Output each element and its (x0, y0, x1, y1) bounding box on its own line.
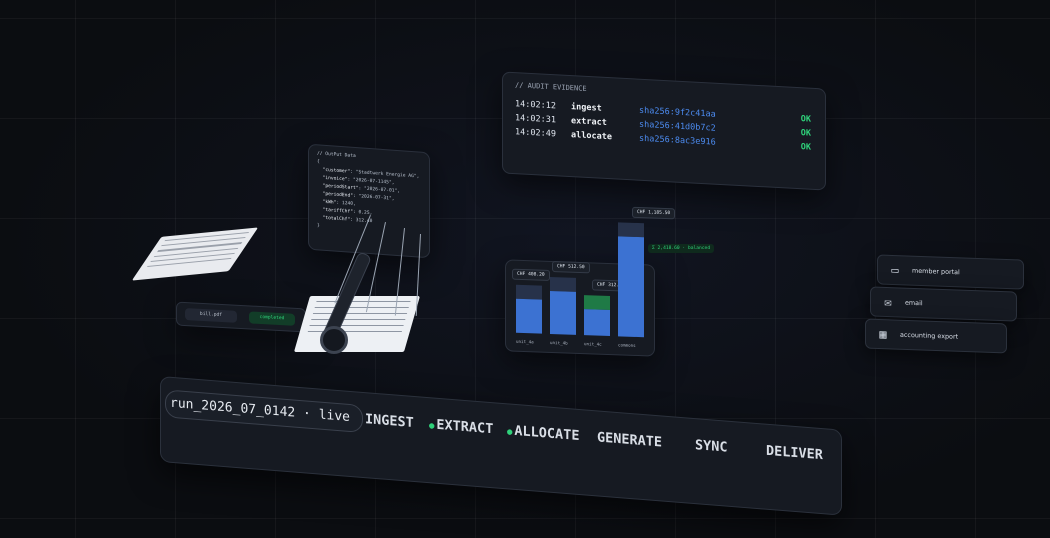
stage-label: DELIVER (766, 442, 823, 464)
channel-label: member portal (912, 266, 960, 277)
run-id-pill[interactable]: run_2026_07_0142 · live (165, 389, 364, 433)
chart-bar-cap (550, 276, 576, 292)
json-key: "customer" (322, 167, 351, 175)
json-value: : 1240, (336, 200, 356, 208)
receipt-document (293, 296, 421, 352)
stage-allocate[interactable]: ● ALLOCATE (507, 422, 579, 444)
audit-step: extract (571, 116, 607, 129)
json-key: "kWh" (322, 199, 337, 206)
chart-bar (618, 236, 644, 338)
audit-status: OK (800, 128, 811, 139)
stage-sync[interactable]: SYNC (695, 437, 728, 456)
pipeline-bar: run_2026_07_0142 · live INGEST ● EXTRACT … (160, 376, 842, 516)
stage-label: EXTRACT (436, 416, 494, 438)
browser-icon: ▭ (891, 262, 899, 278)
chart-bar-cap (516, 284, 542, 300)
channel-email[interactable]: ✉ email (870, 286, 1017, 322)
stage-label: SYNC (695, 437, 728, 456)
audit-step: allocate (571, 130, 612, 143)
chart-bar-cap (618, 222, 644, 238)
channel-label: accounting export (900, 330, 959, 341)
stage-generate[interactable]: GENERATE (597, 429, 662, 450)
chart-tick-label: unit_4b (550, 339, 568, 346)
file-status-card: bill.pdf completed (176, 301, 306, 333)
json-key: "periodEnd" (322, 191, 353, 199)
audit-time: 14:02:31 (515, 113, 556, 126)
json-header: // OutPut Data (317, 151, 356, 160)
audit-time: 14:02:49 (515, 127, 556, 140)
json-value: : "2026-07-31", (352, 193, 395, 202)
chart-tick-label: unit_4c (584, 341, 602, 347)
stage-label: GENERATE (597, 429, 663, 451)
json-open: { (317, 159, 320, 165)
file-chip[interactable]: bill.pdf (185, 308, 237, 323)
chart-data-label: CHF 512.50 (552, 261, 590, 274)
chart-bar (550, 290, 576, 335)
chart-bar (584, 309, 610, 337)
channel-label: email (905, 298, 923, 308)
chart-data-label: CHF 1,185.50 (632, 206, 676, 220)
audit-step: ingest (571, 102, 602, 114)
chart-tick-label: unit_4a (516, 338, 534, 345)
stage-ingest[interactable]: INGEST (365, 411, 414, 431)
json-key: "periodStart" (322, 183, 359, 192)
chart-bar (516, 298, 542, 334)
mail-icon: ✉ (884, 294, 892, 310)
json-key: "invoice" (322, 175, 348, 183)
json-value: : "2026-07-01", (358, 186, 401, 195)
allocation-chart: CHF 408.20 unit_4a CHF 512.50 unit_4b CHF 31… (505, 206, 676, 357)
audit-evidence-panel: // AUDIT EVIDENCE 14:02:12 ingest sha256… (502, 71, 826, 191)
audit-status: OK (800, 114, 811, 125)
balance-note: Σ 2,418.60 · balanced (648, 244, 715, 253)
stage-deliver[interactable]: DELIVER (766, 443, 823, 463)
audit-status: OK (800, 142, 811, 153)
json-value: : "2026-07-1145", (347, 177, 395, 186)
status-badge: completed (249, 311, 295, 326)
audit-header: // AUDIT EVIDENCE (515, 81, 587, 93)
stage-label: ALLOCATE (514, 422, 580, 445)
chart-data-label: CHF 408.20 (512, 268, 550, 281)
json-code: // OutPut Data { "customer": "Stadtwerk … (309, 145, 429, 243)
scanner-knob (320, 326, 348, 354)
grid-icon: ▦ (879, 327, 887, 342)
audit-time: 14:02:12 (515, 99, 556, 112)
active-dot-icon: ● (507, 427, 513, 438)
json-close: } (317, 223, 320, 229)
channel-member-portal[interactable]: ▭ member portal (877, 254, 1024, 290)
stage-label: INGEST (365, 411, 414, 431)
json-key: "tariffChf" (322, 207, 353, 215)
channel-accounting-export[interactable]: ▦ accounting export (865, 318, 1007, 354)
active-dot-icon: ● (429, 421, 435, 432)
chart-tick-label: commons (618, 342, 636, 348)
chart-bar-cap (584, 295, 610, 311)
output-data-panel: // OutPut Data { "customer": "Stadtwerk … (308, 143, 430, 259)
stage-extract[interactable]: ● EXTRACT (429, 416, 493, 437)
canvas: // AUDIT EVIDENCE 14:02:12 ingest sha256… (0, 0, 1050, 538)
bill-document (131, 227, 259, 281)
json-key: "totalChf" (322, 215, 351, 223)
